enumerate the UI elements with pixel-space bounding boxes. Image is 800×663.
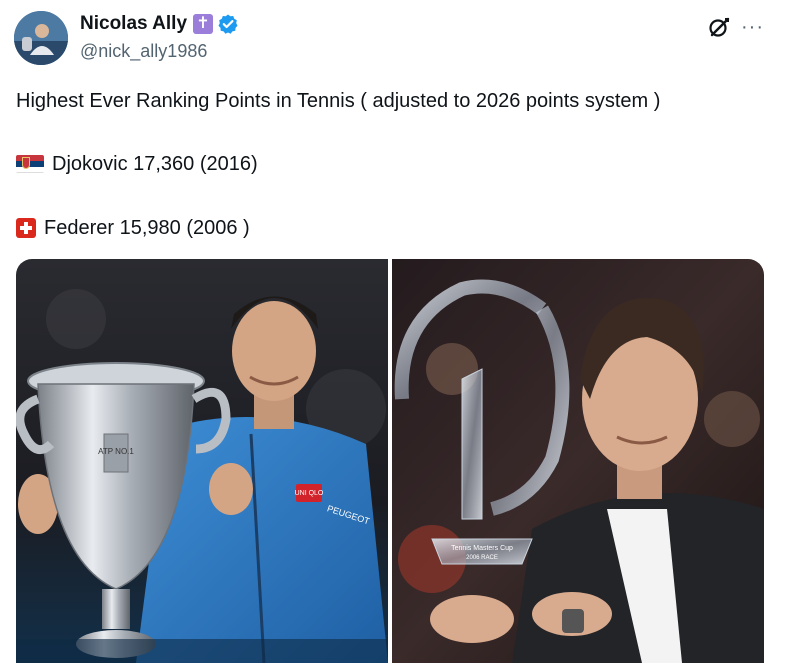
serbia-flag-icon: [16, 155, 44, 173]
more-dots-icon[interactable]: ···: [741, 17, 764, 37]
uniqlo-logo: UNI QLO: [295, 490, 324, 497]
djokovic-points-text: Djokovic 17,360 (2016): [52, 153, 258, 175]
avatar[interactable]: [14, 11, 68, 65]
trophy-base-text: Tennis Masters Cup: [451, 545, 513, 552]
author-handle[interactable]: @nick_ally1986: [80, 39, 239, 63]
media-gallery: UNI QLO PEUGEOT ATP NO.1 Tennis Masters …: [16, 259, 764, 663]
author-display-name[interactable]: Nicolas Ally: [80, 10, 187, 38]
grok-slash-circle-icon[interactable]: [707, 15, 731, 39]
tweet: Nicolas Ally ✝ @nick_ally1986 ··· Highes…: [0, 0, 800, 663]
photo-djokovic-trophy[interactable]: UNI QLO PEUGEOT ATP NO.1: [16, 259, 388, 663]
photo-federer-trophy[interactable]: Tennis Masters Cup 2006 RACE: [392, 259, 764, 663]
switzerland-flag-icon: [16, 218, 36, 238]
top-actions: ···: [707, 15, 764, 39]
post-text-line-federer: Federer 15,980 (2006 ): [16, 215, 250, 241]
post-text-line-title: Highest Ever Ranking Points in Tennis ( …: [16, 90, 661, 112]
post-header: Nicolas Ally ✝ @nick_ally1986: [80, 10, 239, 64]
cross-badge-icon: ✝: [193, 14, 214, 34]
verified-check-icon: [217, 13, 239, 35]
post-text-line-djokovic: Djokovic 17,360 (2016): [16, 151, 258, 177]
trophy-base-subtext: 2006 RACE: [466, 555, 498, 561]
name-row: Nicolas Ally ✝: [80, 10, 239, 38]
federer-points-text: Federer 15,980 (2006 ): [44, 217, 250, 239]
trophy-engraving: ATP NO.1: [98, 447, 134, 456]
